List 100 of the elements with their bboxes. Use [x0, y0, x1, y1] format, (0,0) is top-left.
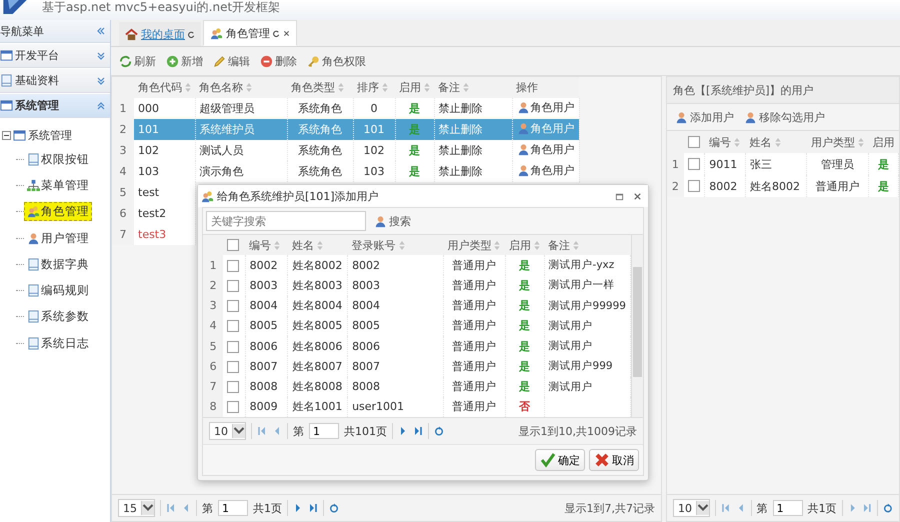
item-icon	[27, 336, 40, 350]
refresh-icon[interactable]	[329, 503, 339, 513]
checkbox[interactable]	[227, 401, 240, 414]
item-icon	[27, 232, 40, 245]
column-header[interactable]: 启用	[505, 235, 544, 255]
search-button[interactable]: 搜索	[370, 212, 415, 230]
panel-title: 角色【[系统维护员]】的用户	[667, 77, 899, 104]
table-cell: 姓名1001	[288, 396, 348, 417]
checkbox[interactable]	[688, 158, 700, 170]
close-icon[interactable]	[633, 192, 642, 200]
next-page-icon[interactable]	[398, 426, 408, 436]
users-icon	[201, 190, 214, 202]
table-cell: 普通用户	[443, 275, 506, 296]
first-page-icon[interactable]	[720, 503, 731, 513]
next-page-icon[interactable]	[293, 503, 303, 513]
accordion-header[interactable]: 开发平台	[0, 44, 110, 68]
table-cell: 8002	[348, 255, 444, 276]
checkbox[interactable]	[227, 280, 240, 292]
status-cell: 是	[505, 296, 544, 316]
toolbar-button[interactable]: 移除勾选用户	[740, 108, 829, 126]
confirm-button[interactable]: 确定	[535, 449, 585, 471]
cancel-button[interactable]: 取消	[589, 449, 639, 471]
toolbar-button[interactable]: 角色权限	[303, 52, 370, 70]
refresh-icon[interactable]	[434, 426, 444, 436]
sort-icon	[185, 83, 191, 92]
maximize-icon[interactable]	[615, 192, 624, 200]
table-cell: 超级管理员	[195, 98, 287, 119]
table-cell: 测试人员	[195, 140, 287, 161]
sort-icon	[398, 240, 405, 250]
minus-icon	[260, 54, 273, 68]
table-row[interactable]: 2 101 系统维护员 系统角色 101 是 禁止删除 角色用户	[112, 119, 579, 140]
toolbar-button[interactable]: 刷新	[115, 52, 160, 70]
table-cell: 测试用户	[544, 316, 630, 336]
tree-item[interactable]: 系统参数	[24, 307, 92, 326]
page-size-select[interactable]: 10	[673, 499, 710, 517]
tab[interactable]: 我的桌面	[119, 22, 201, 46]
search-field[interactable]: 关键字搜索	[206, 211, 366, 231]
tree-item[interactable]: 数据字典	[24, 254, 92, 274]
page-size-select[interactable]: 15	[118, 499, 155, 517]
tree-item[interactable]: 系统管理	[28, 128, 72, 142]
table-cell: 禁止删除	[434, 98, 512, 119]
checkbox[interactable]	[227, 239, 240, 252]
reload-icon[interactable]	[188, 30, 195, 38]
toolbar-button[interactable]: 新增	[162, 52, 207, 70]
status-cell: 是	[505, 376, 544, 397]
close-icon[interactable]	[283, 30, 290, 36]
tab-icon	[210, 26, 223, 40]
refresh-icon[interactable]	[883, 503, 893, 513]
table-row[interactable]: 4 103 演示角色 系统角色 103 是 禁止删除 角色用户	[112, 161, 579, 182]
last-page-icon[interactable]	[308, 503, 318, 513]
status-cell: 是	[505, 336, 544, 356]
column-header[interactable]: 姓名	[288, 235, 348, 255]
column-header[interactable]: 登录账号	[348, 235, 444, 255]
page-size-select[interactable]: 10	[209, 422, 246, 440]
table-cell: 姓名8004	[288, 296, 348, 316]
checkbox[interactable]	[227, 360, 240, 373]
status-cell: 是	[395, 98, 434, 119]
page-input[interactable]: 1	[772, 500, 803, 516]
toolbar-button[interactable]: 编辑	[209, 52, 254, 70]
page-input[interactable]: 1	[309, 423, 339, 439]
tab[interactable]: 角色管理	[203, 20, 297, 46]
item-icon	[27, 205, 40, 218]
checkbox[interactable]	[227, 260, 240, 272]
tree-item[interactable]: 系统日志	[24, 334, 92, 353]
caret-icon	[696, 501, 709, 515]
tree-item[interactable]: 编码规则	[24, 281, 92, 300]
scrollbar[interactable]	[631, 235, 643, 417]
accordion-header[interactable]: 基础资料	[0, 69, 110, 93]
tree-item[interactable]: 角色管理	[24, 202, 92, 222]
reload-icon[interactable]	[273, 30, 280, 36]
checkbox[interactable]	[688, 180, 700, 192]
collapse-toggle[interactable]	[2, 130, 11, 140]
table-row[interactable]: 3 102 测试人员 系统角色 102 是 禁止删除 角色用户	[112, 140, 579, 161]
column-header[interactable]: 用户类型	[443, 235, 506, 255]
collapse-icon[interactable]	[96, 26, 106, 36]
table-cell: 8005	[245, 316, 288, 336]
table-row[interactable]: 1 000 超级管理员 系统角色 0 是 禁止删除 角色用户	[112, 98, 579, 119]
checkbox[interactable]	[227, 340, 240, 353]
checkbox[interactable]	[227, 300, 240, 312]
toolbar-button[interactable]: 添加用户	[671, 108, 738, 126]
tree-item[interactable]: 菜单管理	[24, 176, 92, 195]
row-number: 3	[203, 296, 224, 316]
table-cell: 禁止删除	[434, 161, 512, 182]
tree-item[interactable]: 权限按钮	[24, 150, 92, 169]
first-page-icon[interactable]	[257, 426, 267, 436]
checkbox[interactable]	[688, 136, 700, 148]
table-cell: 9011	[704, 153, 746, 175]
page-input[interactable]: 1	[218, 500, 248, 516]
tree-item[interactable]: 用户管理	[24, 228, 92, 248]
first-page-icon[interactable]	[166, 503, 176, 513]
accordion-header[interactable]: 系统管理	[0, 94, 110, 118]
row-number: 4	[203, 316, 224, 336]
toolbar-button[interactable]: 删除	[256, 52, 301, 70]
last-page-icon[interactable]	[413, 426, 423, 436]
checkbox[interactable]	[227, 320, 240, 332]
checkbox[interactable]	[227, 381, 240, 394]
last-page-icon[interactable]	[862, 503, 872, 513]
column-header[interactable]: 编号	[245, 235, 288, 255]
pager-summary: 显示1到7,共7记录	[564, 500, 655, 516]
column-header[interactable]: 备注	[544, 235, 630, 255]
